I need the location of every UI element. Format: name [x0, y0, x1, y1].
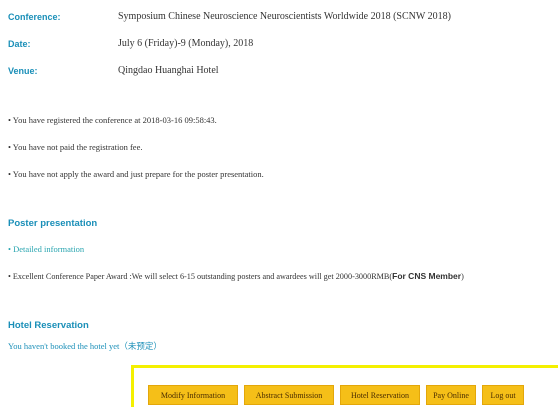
- date-value: July 6 (Friday)-9 (Monday), 2018: [118, 38, 254, 49]
- award-status: • You have not apply the award and just …: [8, 169, 264, 179]
- abstract-submission-button[interactable]: Abstract Submission: [244, 385, 334, 405]
- hotel-booking-status: You haven't booked the hotel yet（未预定）: [8, 341, 162, 351]
- award-text: • Excellent Conference Paper Award :We w…: [8, 272, 393, 281]
- log-out-button[interactable]: Log out: [482, 385, 524, 405]
- hotel-section-title: Hotel Reservation: [8, 320, 89, 331]
- award-description: • Excellent Conference Paper Award :We w…: [8, 271, 464, 281]
- award-bold: For CNS Member: [392, 271, 462, 281]
- hotel-reservation-button[interactable]: Hotel Reservation: [340, 385, 420, 405]
- pay-online-button[interactable]: Pay Online: [426, 385, 476, 405]
- poster-section-title: Poster presentation: [8, 218, 98, 229]
- award-close: ): [461, 272, 464, 281]
- registered-status: • You have registered the conference at …: [8, 115, 217, 125]
- action-panel: Modify Information Abstract Submission H…: [131, 365, 558, 407]
- modify-information-button[interactable]: Modify Information: [148, 385, 238, 405]
- detailed-information-link[interactable]: • Detailed information: [8, 244, 84, 254]
- conference-value: Symposium Chinese Neuroscience Neuroscie…: [118, 11, 451, 22]
- date-label: Date:: [8, 39, 31, 49]
- venue-value: Qingdao Huanghai Hotel: [118, 65, 219, 76]
- conference-label: Conference:: [8, 12, 61, 22]
- payment-status: • You have not paid the registration fee…: [8, 142, 143, 152]
- venue-label: Venue:: [8, 66, 38, 76]
